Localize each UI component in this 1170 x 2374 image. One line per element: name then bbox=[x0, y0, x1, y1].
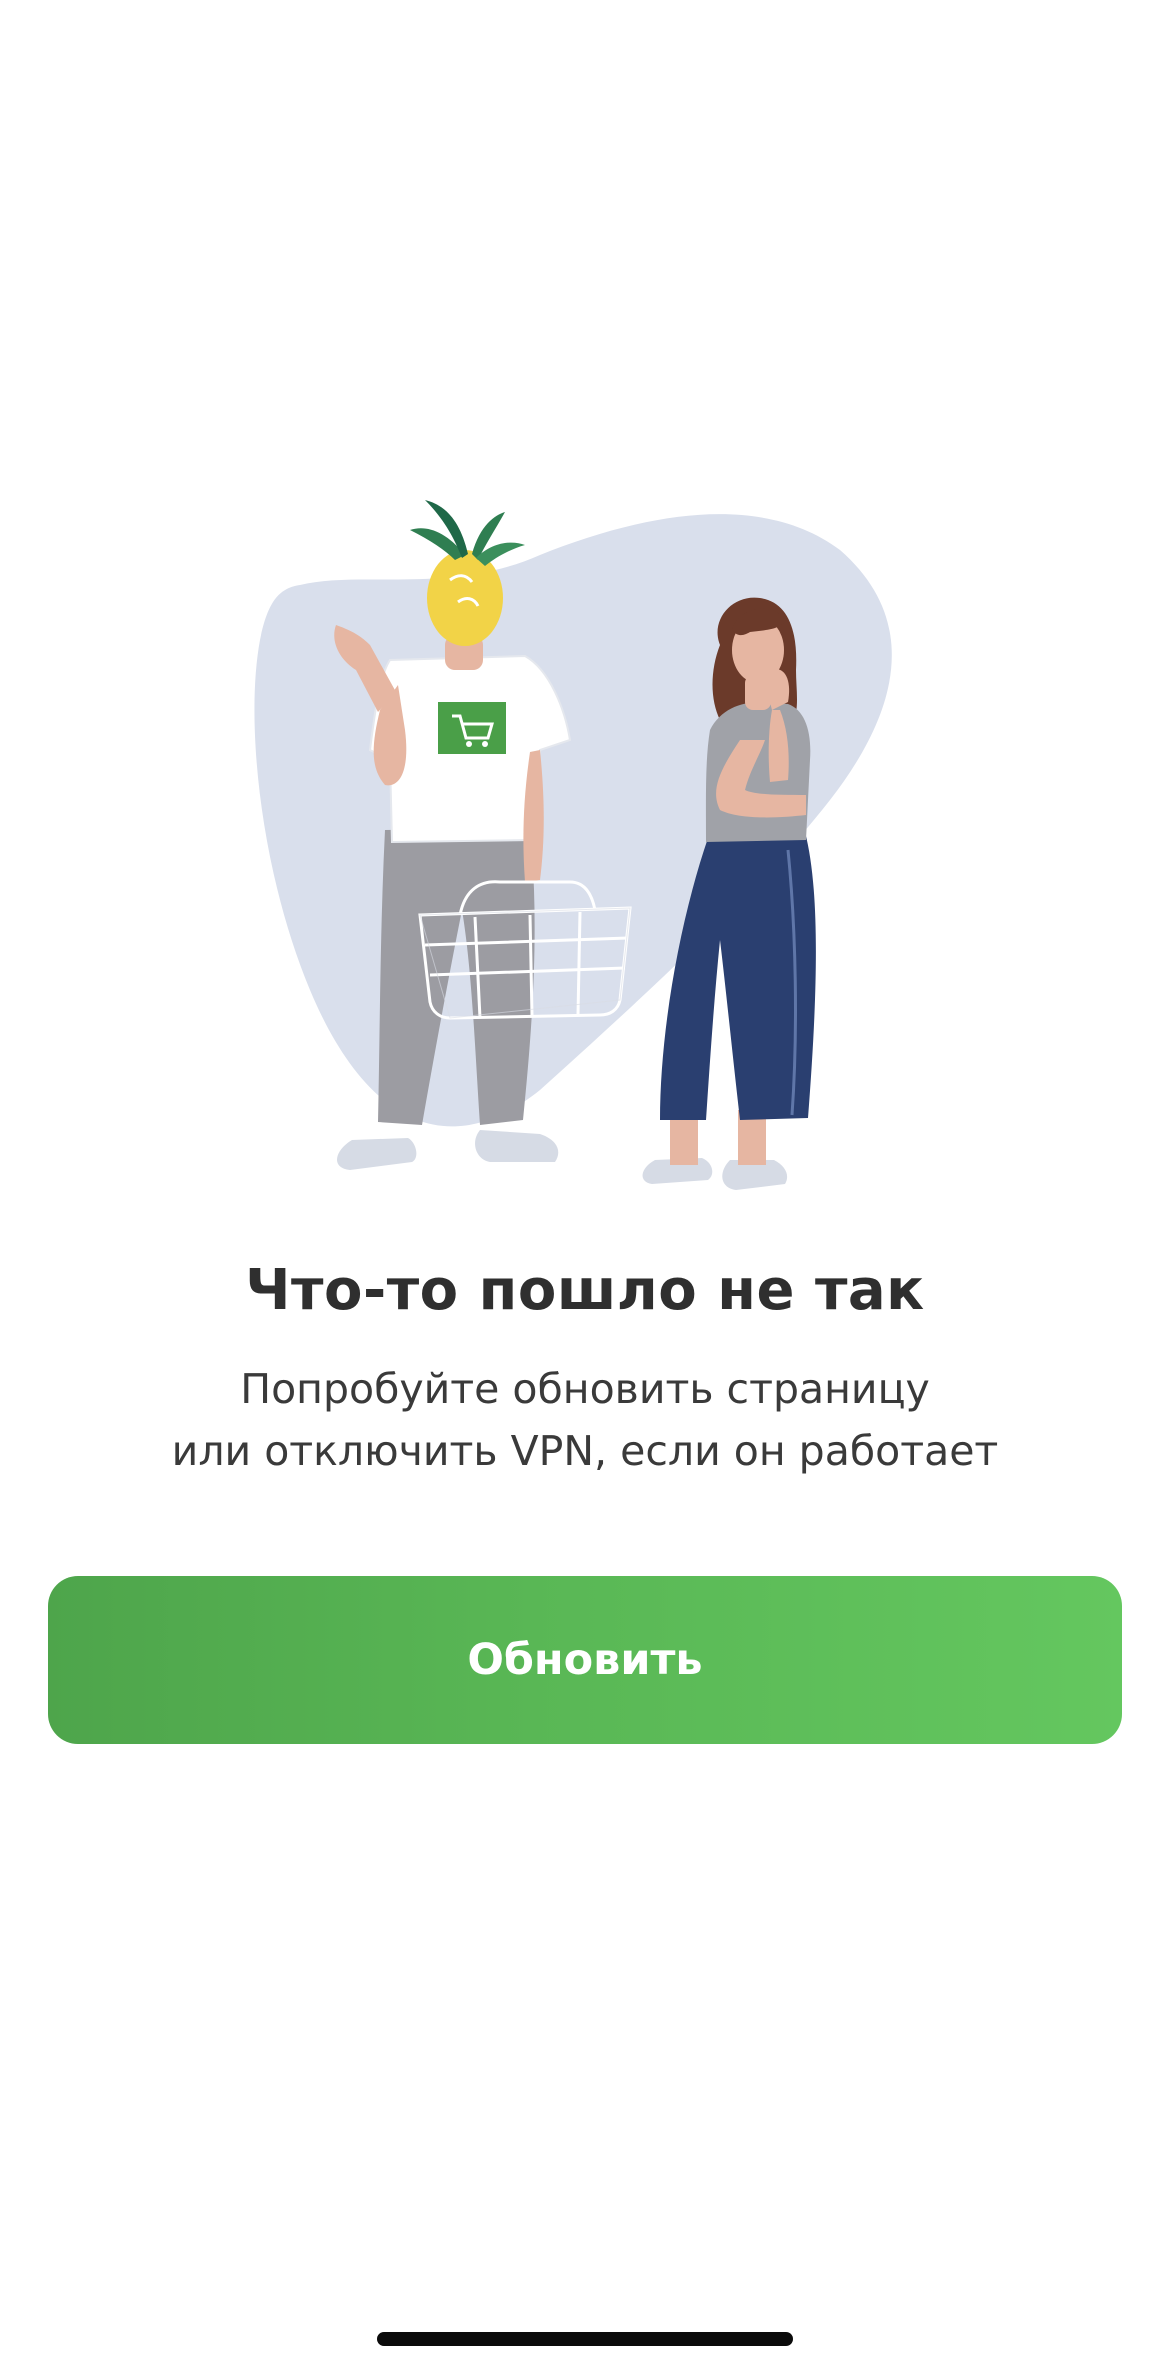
refresh-button[interactable]: Обновить bbox=[48, 1576, 1122, 1744]
error-illustration bbox=[240, 470, 940, 1210]
error-message-line-1: Попробуйте обновить страницу bbox=[240, 1365, 930, 1413]
home-indicator bbox=[377, 2332, 793, 2346]
error-message: Попробуйте обновить страницу или отключи… bbox=[0, 1358, 1170, 1482]
error-message-line-2: или отключить VPN, если он работает bbox=[171, 1427, 999, 1475]
pineapple-shopper-illustration-icon bbox=[254, 500, 892, 1190]
error-title: Что-то пошло не так bbox=[245, 1258, 925, 1323]
